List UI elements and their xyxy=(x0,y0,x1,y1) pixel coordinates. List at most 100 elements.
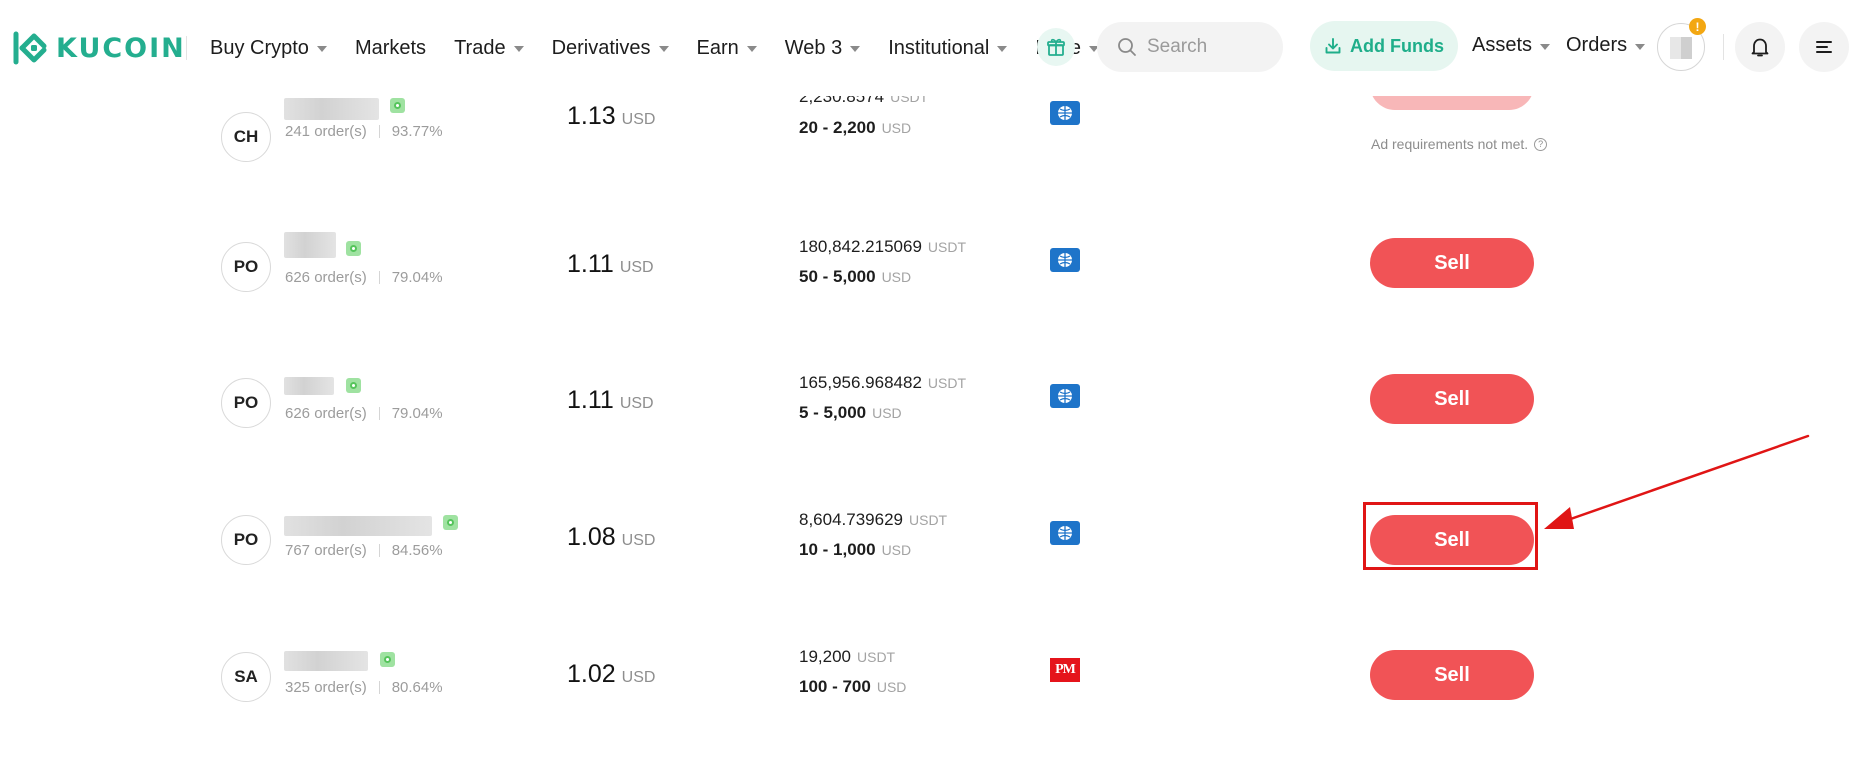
price-value: 1.02 xyxy=(567,660,616,688)
order-count: 325 order(s) xyxy=(285,679,367,696)
verified-shield-icon xyxy=(346,241,361,256)
advertiser-name-redacted[interactable] xyxy=(284,516,432,536)
header-divider xyxy=(186,36,187,60)
advertiser-name-redacted[interactable] xyxy=(284,98,379,120)
advertiser-stats: 767 order(s) 84.56% xyxy=(285,542,443,559)
search-input[interactable] xyxy=(1147,36,1267,58)
chevron-down-icon xyxy=(997,46,1008,52)
price-value: 1.08 xyxy=(567,523,616,551)
nav-buy-crypto[interactable]: Buy Crypto xyxy=(210,37,327,60)
verified-dot xyxy=(394,102,401,109)
advertiser-stats: 626 order(s) 79.04% xyxy=(285,405,443,422)
advertiser-stats: 241 order(s) 93.77% xyxy=(285,123,443,140)
nav-label: Institutional xyxy=(888,36,990,59)
webmoney-icon xyxy=(1050,248,1080,272)
annotation-arrow-icon xyxy=(1544,434,1810,529)
advertiser-name-redacted[interactable] xyxy=(284,232,336,258)
nav-derivatives[interactable]: Derivatives xyxy=(552,37,669,60)
chevron-down-icon xyxy=(316,46,327,52)
ad-row: SA 325 order(s) 80.64% 1.02 USD 19,200 USDT… xyxy=(0,641,1866,763)
available-unit: USDT xyxy=(927,375,967,391)
search-icon xyxy=(1118,38,1136,56)
add-funds-button[interactable]: Add Funds xyxy=(1310,21,1458,71)
price-unit: USD xyxy=(619,395,654,412)
add-funds-label: Add Funds xyxy=(1350,35,1444,56)
stats-divider xyxy=(378,681,380,694)
stats-divider xyxy=(378,544,380,557)
price-value: 1.11 xyxy=(567,386,614,414)
kucoin-logo[interactable]: KUCOIN xyxy=(12,30,186,66)
nav-markets[interactable]: Markets xyxy=(355,37,426,60)
orders-menu[interactable]: Orders xyxy=(1566,34,1646,57)
ad-row: CH 241 order(s) 93.77% 1.13 USD 2,230.8574… xyxy=(0,60,1866,214)
chevron-down-icon xyxy=(1635,43,1646,50)
limit-unit: USD xyxy=(876,679,907,695)
verified-shield-icon xyxy=(390,98,405,113)
available-unit: USDT xyxy=(909,512,948,528)
nav-institutional[interactable]: Institutional xyxy=(888,36,1008,60)
completion-rate: 84.56% xyxy=(391,542,443,559)
limit-range: 100 - 700 xyxy=(799,677,871,696)
nav-label: Earn xyxy=(696,36,739,59)
verified-dot xyxy=(447,519,454,526)
order-count: 241 order(s) xyxy=(285,123,367,140)
advertiser-name-redacted[interactable] xyxy=(284,651,368,671)
completion-rate: 79.04% xyxy=(391,405,443,422)
limit-range: 20 - 2,200 xyxy=(799,118,876,137)
advertiser-avatar[interactable]: PO xyxy=(221,515,271,565)
stats-divider xyxy=(378,407,380,420)
stats-divider xyxy=(378,125,380,138)
advertiser-avatar[interactable]: PO xyxy=(221,378,271,428)
nav-web3[interactable]: Web 3 xyxy=(785,37,861,60)
help-icon[interactable]: ? xyxy=(1534,137,1548,151)
limit-unit: USD xyxy=(881,269,912,285)
sell-button[interactable]: Sell xyxy=(1370,650,1534,700)
ad-row: PO 626 order(s) 79.04% 1.11 USD 180,842.21… xyxy=(0,230,1866,360)
kucoin-logo-text: KUCOIN xyxy=(56,32,186,64)
verified-shield-icon xyxy=(443,515,458,530)
limit-range: 50 - 5,000 xyxy=(799,267,876,286)
kucoin-logo-icon xyxy=(13,31,47,65)
globe-glyph xyxy=(1058,106,1072,120)
chevron-down-icon xyxy=(513,46,524,52)
price-unit: USD xyxy=(621,532,656,549)
nav-earn[interactable]: Earn xyxy=(697,37,757,60)
header-divider xyxy=(1723,34,1724,60)
alert-badge: ! xyxy=(1689,18,1706,35)
advertiser-name-redacted[interactable] xyxy=(284,377,334,395)
avatar-placeholder xyxy=(1670,37,1692,59)
chevron-down-icon xyxy=(850,46,861,52)
gift-icon xyxy=(1047,38,1065,56)
limit-range: 10 - 1,000 xyxy=(799,540,876,559)
nav-trade[interactable]: Trade xyxy=(454,37,524,60)
verified-shield-icon xyxy=(380,652,395,667)
main-nav: Buy Crypto Markets Trade Derivatives Ear… xyxy=(210,34,1127,62)
assets-label: Assets xyxy=(1472,34,1533,56)
ad-limit: 20 - 2,200 USD xyxy=(799,118,911,138)
assets-menu[interactable]: Assets xyxy=(1472,34,1551,57)
advertiser-avatar[interactable]: CH xyxy=(221,112,271,162)
price-unit: USD xyxy=(621,669,656,686)
top-navbar: KUCOIN Buy Crypto Markets Trade Derivati… xyxy=(0,0,1866,96)
ad-limit: 100 - 700 USD xyxy=(799,677,906,697)
search-box[interactable] xyxy=(1097,22,1283,72)
webmoney-icon xyxy=(1050,521,1080,545)
ad-price: 1.11 USD xyxy=(567,386,654,415)
nav-label: Buy Crypto xyxy=(210,36,309,59)
ad-available: 19,200 USDT xyxy=(799,647,895,667)
limit-unit: USD xyxy=(881,120,912,136)
ad-limit: 10 - 1,000 USD xyxy=(799,540,911,560)
ad-available: 180,842.215069 USDT xyxy=(799,237,966,257)
stats-divider xyxy=(378,271,380,284)
sell-button[interactable]: Sell xyxy=(1370,238,1534,288)
price-unit: USD xyxy=(621,111,656,128)
verified-dot xyxy=(384,656,391,663)
advertiser-avatar[interactable]: SA xyxy=(221,652,271,702)
sell-button[interactable]: Sell xyxy=(1370,374,1534,424)
notifications-button[interactable] xyxy=(1735,22,1785,72)
gift-button[interactable] xyxy=(1037,28,1075,66)
menu-button[interactable] xyxy=(1799,22,1849,72)
order-count: 767 order(s) xyxy=(285,542,367,559)
highlight-box xyxy=(1363,502,1538,570)
advertiser-avatar[interactable]: PO xyxy=(221,242,271,292)
